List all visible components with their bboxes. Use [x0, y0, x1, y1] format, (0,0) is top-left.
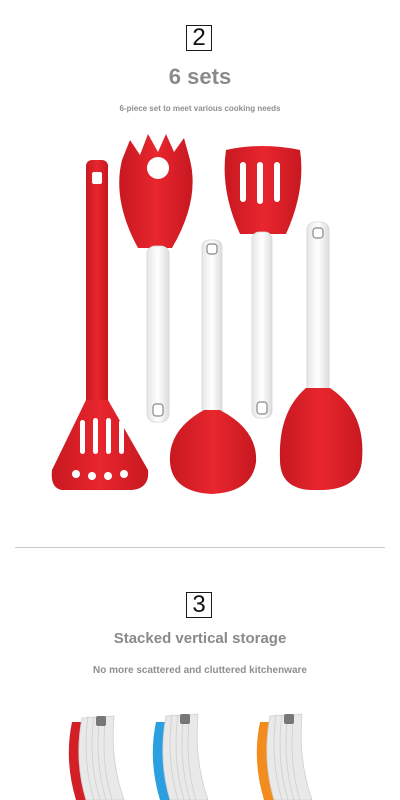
section-number-3: 3 [186, 592, 212, 618]
blue-stack-icon [152, 713, 209, 800]
slotted-spatula-icon [224, 146, 302, 419]
section-number-2: 2 [186, 25, 212, 51]
section-subtitle-6-piece: 6-piece set to meet various cooking need… [119, 104, 281, 113]
section-title-6-sets: 6 sets [168, 64, 232, 89]
pasta-server-icon [119, 134, 193, 423]
product-page: 2 6 sets 6-piece set to meet various coo… [0, 0, 400, 800]
red-stack-icon [68, 715, 125, 800]
solid-turner-icon [279, 221, 363, 490]
section-subtitle-no-clutter: No more scattered and cluttered kitchenw… [93, 665, 307, 676]
utensil-set-image [51, 134, 363, 494]
ladle-icon [169, 239, 257, 494]
section-divider [15, 547, 385, 548]
orange-stack-icon [256, 713, 313, 800]
section-title-stacked-storage: Stacked vertical storage [113, 630, 287, 647]
stacked-storage-image [68, 713, 313, 800]
